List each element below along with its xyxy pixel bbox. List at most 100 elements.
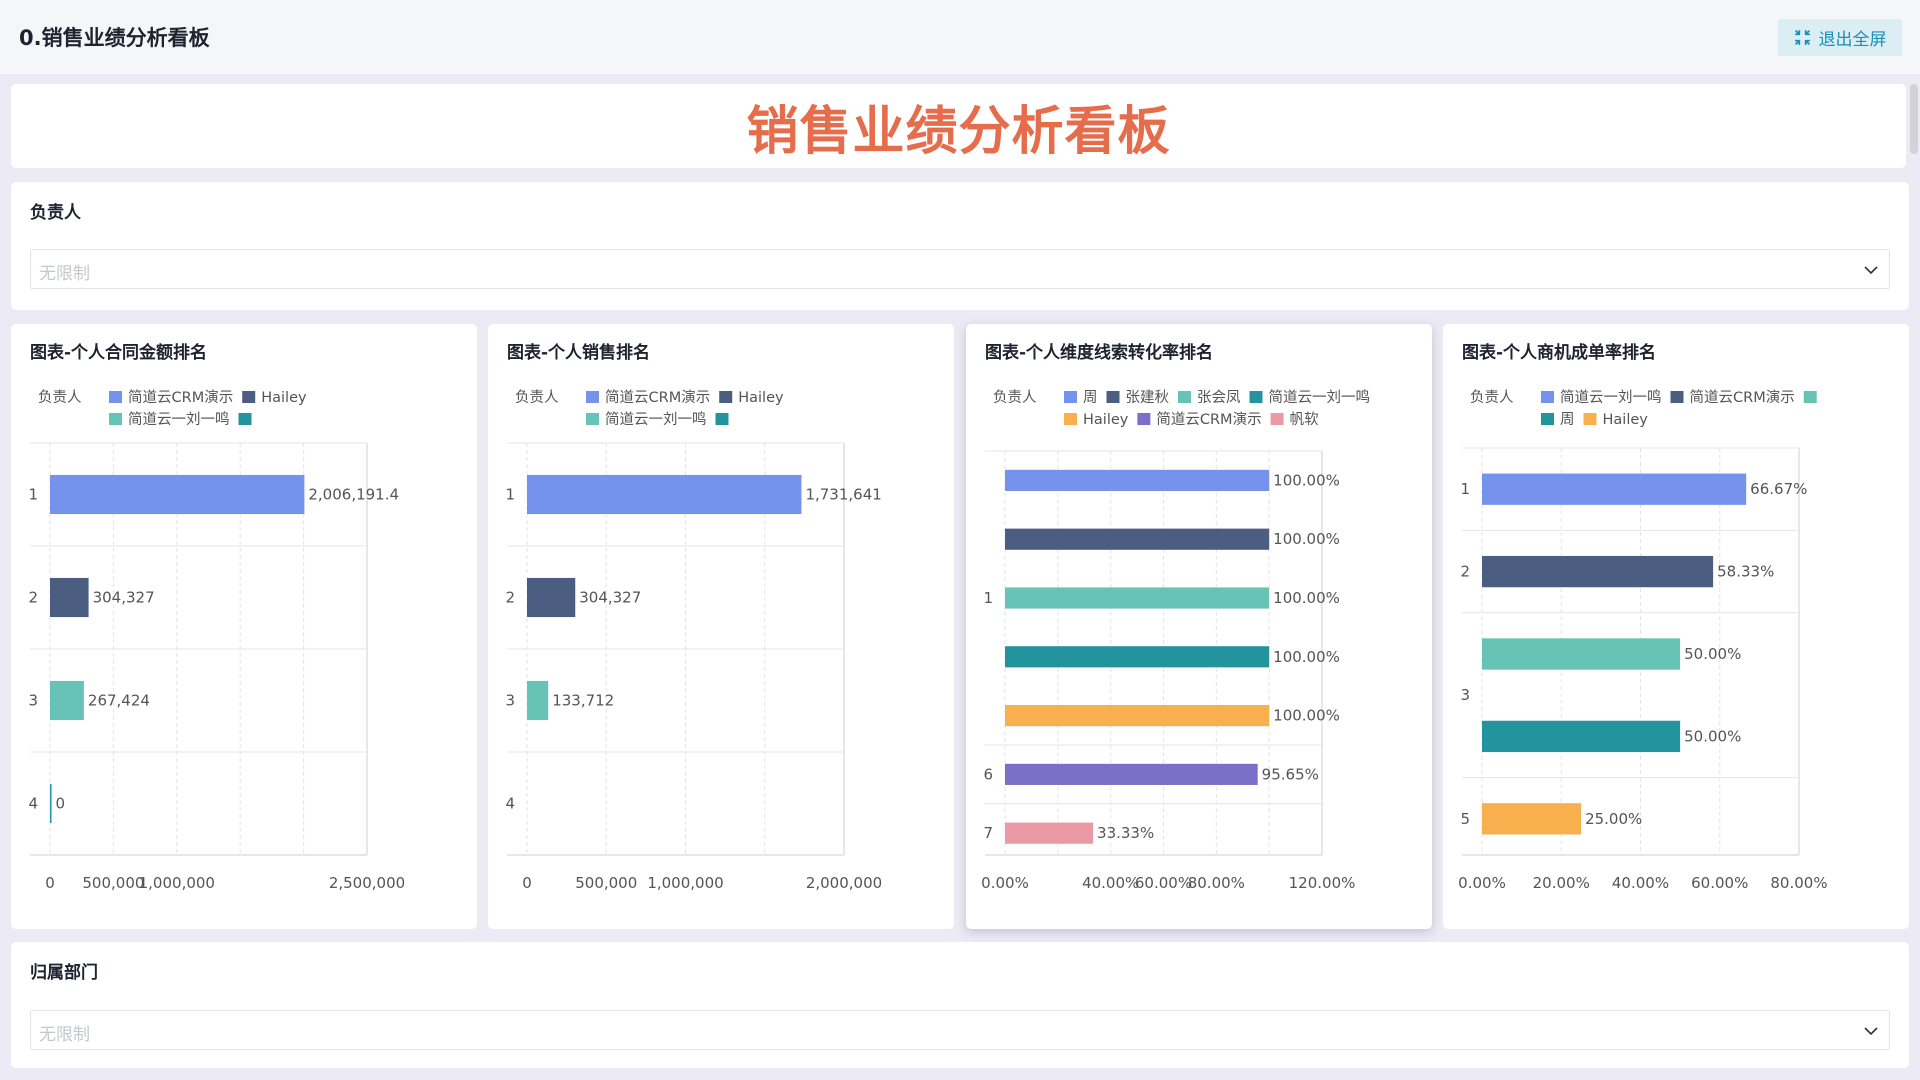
y-tick-label: 1: [28, 486, 38, 504]
legend-label: 周: [1560, 412, 1575, 428]
y-tick-label: 6: [983, 765, 993, 783]
y-tick-label: 3: [28, 692, 38, 710]
bar: [1005, 822, 1094, 844]
bar: [50, 577, 89, 618]
bar: [1005, 763, 1258, 785]
legend-swatch: [238, 413, 252, 425]
chevron-down-icon: [1864, 266, 1878, 275]
legend-title: 负责人: [38, 389, 82, 406]
x-tick-label: 120.00%: [1289, 874, 1356, 892]
legend-label: 周: [1083, 390, 1098, 406]
bar: [1005, 469, 1270, 491]
legend-label: 简道云一刘一鸣: [605, 411, 707, 428]
x-tick-label: 500,000: [575, 874, 637, 892]
chart-sales: 负责人 简道云CRM演示 Hailey 简道云一刘一鸣 0 500,000 1,000,00…: [505, 389, 882, 892]
bar-value-label: 0: [56, 795, 66, 813]
x-tick-label: 20.00%: [1533, 874, 1590, 892]
legend-swatch: [1583, 413, 1597, 425]
banner: 销售业绩分析看板: [11, 84, 1906, 168]
x-tick-label: 40.00%: [1082, 874, 1139, 892]
filter-owner: 负责人 无限制: [11, 182, 1909, 310]
bar-value-label: 33.33%: [1097, 824, 1154, 842]
bar: [1482, 720, 1681, 753]
legend-label: Hailey: [1083, 412, 1129, 428]
y-tick-label: 1: [983, 589, 993, 607]
scrollbar[interactable]: [1910, 84, 1918, 154]
bar-value-label: 50.00%: [1684, 645, 1741, 663]
chart-lead-conversion: 负责人 周 张建秋 张会凤 简道云一刘一鸣 Hailey 简道云CRM演示 帆软 0.00% 40…: [981, 389, 1370, 892]
bar-value-label: 100.00%: [1273, 589, 1340, 607]
bar-value-label: 304,327: [93, 589, 155, 607]
department-select-placeholder: 无限制: [39, 1025, 90, 1045]
legend-swatch: [715, 413, 729, 425]
legend-swatch: [1106, 391, 1120, 403]
exit-fullscreen-icon: [1794, 29, 1810, 46]
page-title: 0.销售业绩分析看板: [19, 26, 210, 50]
legend-swatch: [1064, 413, 1077, 425]
x-tick-label: 0: [522, 874, 532, 892]
bar: [1005, 587, 1270, 609]
x-tick-label: 60.00%: [1691, 874, 1748, 892]
legend-swatch: [586, 391, 599, 403]
legend-title: 负责人: [993, 389, 1037, 406]
bar-value-label: 304,327: [579, 589, 641, 607]
filter-department-label: 归属部门: [30, 963, 98, 983]
legend-title: 负责人: [515, 389, 559, 406]
bar: [1005, 705, 1270, 727]
bar: [527, 474, 802, 515]
filter-owner-label: 负责人: [30, 203, 81, 223]
x-tick-label: 2,000,000: [806, 874, 882, 892]
y-tick-label: 5: [1460, 810, 1470, 828]
y-tick-label: 2: [28, 589, 38, 607]
chart-card-deal-rate: 图表-个人商机成单率排名 负责人 简道云一刘一鸣 简道云CRM演示周 Hailey 0.…: [1443, 324, 1909, 929]
legend-label: 张会凤: [1197, 389, 1241, 406]
chart-contract-amount: 负责人 简道云CRM演示 Hailey 简道云一刘一鸣 0 500,0001,000,00…: [28, 389, 405, 892]
x-tick-label: 40.00%: [1612, 874, 1669, 892]
y-tick-label: 1: [1460, 480, 1470, 498]
owner-select-placeholder: 无限制: [39, 264, 90, 284]
x-tick-label: 2,500,000: [329, 874, 405, 892]
bar-value-label: 58.33%: [1717, 563, 1774, 581]
legend-label: 简道云一刘一鸣: [128, 411, 230, 428]
department-select[interactable]: 无限制: [30, 1010, 1890, 1050]
legend-swatch: [1064, 391, 1077, 403]
x-tick-label: 0.00%: [1458, 874, 1506, 892]
bar-value-label: 100.00%: [1273, 471, 1340, 489]
owner-select[interactable]: 无限制: [30, 249, 1890, 289]
legend-label: 帆软: [1290, 411, 1319, 428]
exit-fullscreen-label: 退出全屏: [1818, 30, 1887, 50]
legend-swatch: [586, 413, 599, 425]
filter-department: 归属部门 无限制: [11, 942, 1909, 1068]
y-tick-label: 7: [983, 824, 993, 842]
legend-label: 简道云CRM演示: [1156, 411, 1261, 428]
legend-swatch: [1670, 391, 1684, 403]
legend-swatch: [1178, 391, 1191, 403]
bar-value-label: 100.00%: [1273, 530, 1340, 548]
bar-value-label: 133,712: [552, 692, 614, 710]
chart-card-lead-conversion: 图表-个人维度线索转化率排名 负责人周张建秋 张会凤 简道云一刘一鸣 Hailey 简道…: [966, 324, 1432, 929]
legend-label: 简道云CRM演示: [128, 389, 233, 406]
bar-value-label: 100.00%: [1273, 707, 1340, 725]
legend-label: Hailey: [261, 390, 307, 406]
legend-swatch: [1541, 391, 1554, 403]
y-tick-label: 2: [1460, 563, 1470, 581]
bar: [50, 680, 84, 721]
bar-value-label: 95.65%: [1262, 765, 1319, 783]
chevron-down-icon: [1864, 1027, 1878, 1036]
bar: [50, 783, 52, 824]
legend-swatch: [242, 391, 256, 403]
legend-swatch: [1137, 413, 1151, 425]
legend-swatch: [1249, 391, 1263, 403]
legend-label: Hailey: [1603, 412, 1649, 428]
y-tick-label: 3: [505, 692, 515, 710]
exit-fullscreen-button[interactable]: 退出全屏: [1778, 19, 1902, 56]
legend-swatch: [1541, 413, 1554, 425]
bar: [50, 474, 305, 515]
y-tick-label: 4: [505, 795, 515, 813]
bar: [527, 680, 549, 721]
legend-swatch: [109, 413, 122, 425]
legend-swatch: [719, 391, 733, 403]
bar-value-label: 50.00%: [1684, 727, 1741, 745]
legend-label: 简道云CRM演示: [1690, 389, 1795, 406]
bar-value-label: 267,424: [88, 692, 150, 710]
